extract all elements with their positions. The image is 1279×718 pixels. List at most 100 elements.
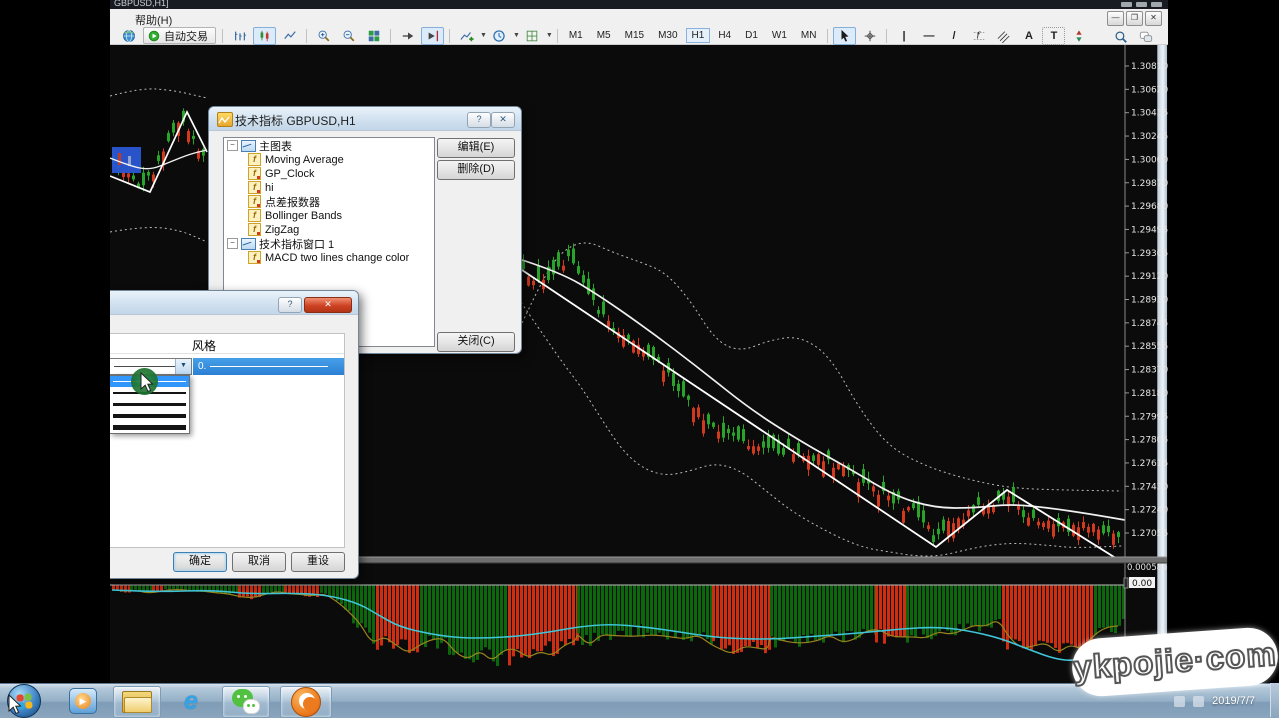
cursor-tool-icon[interactable]	[833, 27, 856, 45]
horizontal-line-tool[interactable]: —	[917, 27, 940, 45]
timeframe-w1[interactable]: W1	[766, 28, 793, 43]
cancel-button[interactable]: 取消	[232, 552, 286, 572]
mdi-minimize-button[interactable]: —	[1107, 11, 1124, 26]
chart-window-icon	[241, 140, 256, 152]
timeframe-h4[interactable]: H4	[712, 28, 737, 43]
indicators-dialog-title: 技术指标 GBPUSD,H1	[235, 112, 356, 129]
timeframe-mn[interactable]: MN	[795, 28, 823, 43]
indicator-label: ZigZag	[265, 224, 299, 236]
new-chart-icon[interactable]	[455, 27, 478, 45]
timeframe-d1[interactable]: D1	[739, 28, 764, 43]
selected-level-row[interactable]: 0.	[193, 358, 344, 375]
tree-indicator-row[interactable]: f 点差报数器	[224, 194, 434, 208]
indicator-dialog-icon	[217, 112, 233, 127]
line-style-option-3[interactable]	[110, 399, 189, 410]
style-column-header-row: 风格	[110, 334, 344, 354]
new-chart-dropdown-arrow[interactable]: ▼	[480, 32, 487, 39]
show-desktop-button[interactable]	[1270, 683, 1279, 717]
tile-windows-icon[interactable]	[362, 27, 385, 45]
phoenix-app-icon	[291, 687, 321, 717]
line-style-option-5[interactable]	[110, 422, 189, 433]
help-button[interactable]: ?	[278, 297, 302, 313]
tree-group-row[interactable]: − 技术指标窗口 1	[224, 236, 434, 250]
tree-indicator-row[interactable]: fBollinger Bands	[224, 208, 434, 222]
trendline-tool[interactable]: /	[942, 27, 965, 45]
timeframe-m30[interactable]: M30	[652, 28, 683, 43]
vertical-line-tool[interactable]: |	[892, 27, 915, 45]
window-title: GBPUSD,H1]	[114, 0, 169, 8]
timeframe-m5[interactable]: M5	[591, 28, 617, 43]
autotrading-play-icon	[148, 30, 160, 42]
label-tool[interactable]: T	[1042, 27, 1065, 45]
expand-toggle-icon[interactable]: −	[227, 140, 238, 151]
tree-indicator-row[interactable]: fMACD two lines change color	[224, 250, 434, 264]
window-title-bar: GBPUSD,H1]	[110, 0, 1168, 9]
style-column-header: 风格	[192, 337, 216, 354]
tray-icon-2[interactable]	[1193, 696, 1204, 707]
auto-scroll-icon[interactable]	[396, 27, 419, 45]
indicators-dialog-titlebar[interactable]: 技术指标 GBPUSD,H1 ? ✕	[209, 107, 521, 131]
autotrading-button[interactable]: 自动交易	[143, 27, 216, 44]
indicator-label: GP_Clock	[265, 168, 315, 180]
indicator-f-icon: f	[248, 209, 261, 222]
search-icon[interactable]	[1109, 28, 1132, 46]
indicator-label: 点差报数器	[265, 194, 320, 210]
profiles-dropdown-arrow[interactable]: ▼	[513, 32, 520, 39]
timeframe-m15[interactable]: M15	[619, 28, 650, 43]
new-order-icon[interactable]	[117, 27, 140, 45]
level-value: 0.	[198, 361, 206, 372]
timeframe-h1[interactable]: H1	[686, 28, 711, 43]
text-tool[interactable]: A	[1017, 27, 1040, 45]
tree-indicator-row[interactable]: fhi	[224, 180, 434, 194]
tray-icon-1[interactable]	[1174, 696, 1185, 707]
taskbar-date[interactable]: 2019/7/7	[1212, 695, 1255, 707]
reset-button[interactable]: 重设	[291, 552, 345, 572]
crosshair-tool-icon[interactable]	[858, 27, 881, 45]
profiles-clock-icon[interactable]	[488, 27, 511, 45]
channel-tool-icon[interactable]	[992, 27, 1015, 45]
properties-dialog-titlebar[interactable]: ? ✕	[110, 291, 358, 315]
indicator-label: 主图表	[259, 138, 292, 154]
chat-icon[interactable]	[1134, 28, 1157, 46]
line-style-option-4[interactable]	[110, 410, 189, 421]
bar-chart-icon[interactable]	[228, 27, 251, 45]
arrows-tool-icon[interactable]	[1067, 27, 1090, 45]
close-button[interactable]: 关闭(C)	[437, 332, 515, 352]
indicator-label: 技术指标窗口 1	[259, 236, 334, 252]
taskbar-item-internet-explorer[interactable]: e	[168, 686, 214, 716]
close-icon[interactable]: ✕	[304, 297, 352, 313]
zoom-out-icon[interactable]	[337, 27, 360, 45]
mouse-cursor-taskbar	[8, 694, 24, 716]
help-button[interactable]: ?	[467, 112, 491, 128]
candlestick-chart-icon[interactable]	[253, 27, 276, 45]
line-chart-icon[interactable]	[278, 27, 301, 45]
tree-indicator-row[interactable]: fGP_Clock	[224, 166, 434, 180]
taskbar-item-explorer[interactable]	[113, 686, 161, 718]
tree-indicator-row[interactable]: fZigZag	[224, 222, 434, 236]
taskbar-item-wechat[interactable]	[222, 686, 270, 718]
toolbar: 自动交易 ▼ ▼ ▼ M1M5M15M30H1H4D1W1MN | —	[110, 27, 1168, 45]
delete-button[interactable]: 删除(D)	[437, 160, 515, 180]
taskbar-item-media-player[interactable]: ▶	[62, 686, 104, 716]
indicators-dropdown-arrow[interactable]: ▼	[546, 32, 553, 39]
wechat-icon	[232, 689, 260, 715]
combobox-dropdown-arrow[interactable]: ▼	[175, 359, 191, 374]
expand-toggle-icon[interactable]: −	[227, 238, 238, 249]
edit-button[interactable]: 编辑(E)	[437, 138, 515, 158]
tree-indicator-row[interactable]: fMoving Average	[224, 152, 434, 166]
indicator-f-icon: f	[248, 195, 261, 208]
explorer-folder-icon	[122, 691, 152, 713]
mdi-close-button[interactable]: ✕	[1145, 11, 1162, 26]
mdi-restore-button[interactable]: ❐	[1126, 11, 1143, 26]
taskbar-item-phoenix-app[interactable]	[280, 686, 332, 718]
ok-button[interactable]: 确定	[173, 552, 227, 572]
chart-shift-icon[interactable]	[421, 27, 444, 45]
fibonacci-tool-icon[interactable]	[967, 27, 990, 45]
timeframe-m1[interactable]: M1	[563, 28, 589, 43]
window-right-strip	[1157, 45, 1167, 683]
tree-group-row[interactable]: − 主图表	[224, 138, 434, 152]
close-icon[interactable]: ✕	[491, 112, 515, 128]
zoom-in-icon[interactable]	[312, 27, 335, 45]
indicators-grid-icon[interactable]	[521, 27, 544, 45]
internet-explorer-icon: e	[184, 688, 198, 714]
